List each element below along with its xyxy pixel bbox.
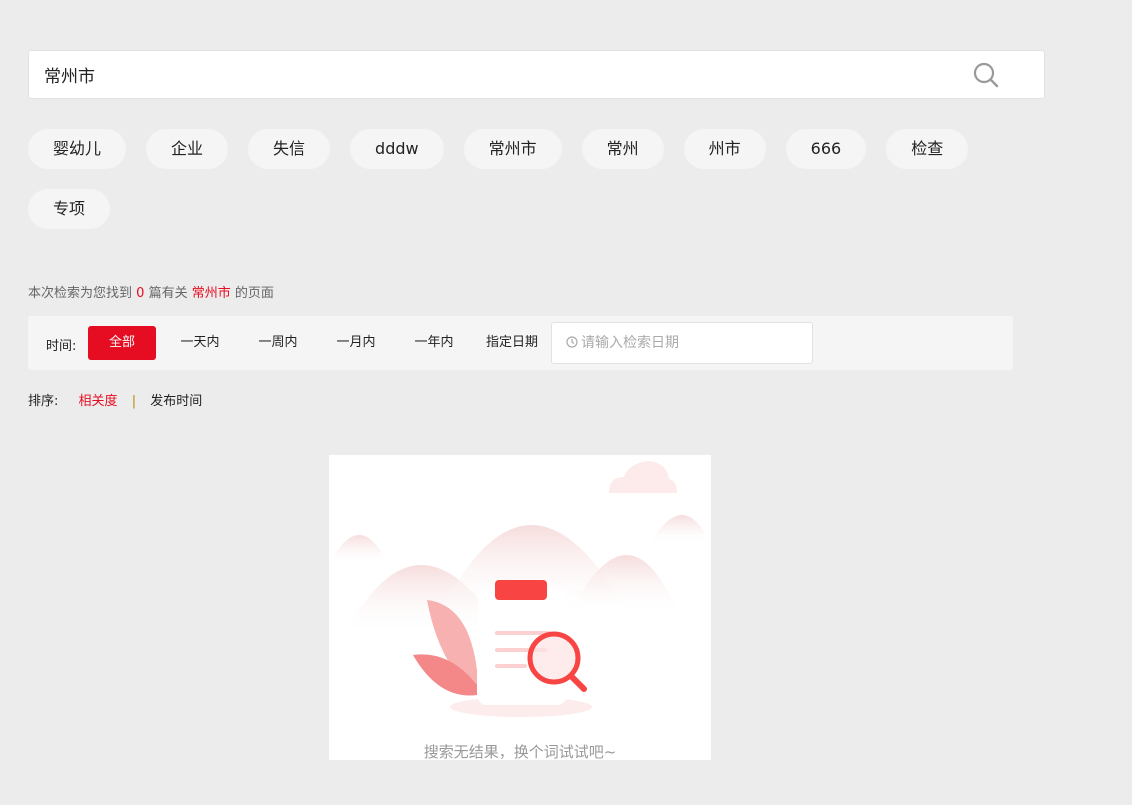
search-input[interactable] bbox=[44, 51, 944, 98]
sort-date[interactable]: 发布时间 bbox=[150, 390, 202, 409]
time-label: 时间: bbox=[46, 339, 77, 354]
history-tags: 婴幼儿 企业 失信 dddw 常州市 常州 州市 666 检查 专项 bbox=[28, 129, 988, 229]
tag[interactable]: 专项 bbox=[28, 189, 111, 229]
summary-keyword: 常州市 bbox=[191, 286, 231, 301]
tag[interactable]: 失信 bbox=[248, 129, 331, 169]
time-filter-bar: 时间: 全部 一天内 一周内 一月内 一年内 指定日期 请输入检索日期 bbox=[28, 316, 1013, 370]
filter-week[interactable]: 一周内 bbox=[246, 326, 310, 360]
summary-middle: 篇有关 bbox=[148, 286, 188, 301]
tag[interactable]: dddw bbox=[350, 129, 444, 169]
date-placeholder: 请输入检索日期 bbox=[581, 335, 679, 351]
summary-prefix: 本次检索为您找到 bbox=[28, 286, 133, 301]
sort-divider: | bbox=[131, 394, 137, 409]
date-input[interactable]: 请输入检索日期 bbox=[551, 322, 813, 364]
tag[interactable]: 常州 bbox=[581, 129, 664, 169]
filter-month[interactable]: 一月内 bbox=[324, 326, 388, 360]
filter-all[interactable]: 全部 bbox=[88, 326, 156, 360]
sort-label: 排序: bbox=[28, 394, 59, 409]
tag[interactable]: 666 bbox=[785, 129, 867, 169]
filter-year[interactable]: 一年内 bbox=[402, 326, 466, 360]
result-count: 0 bbox=[136, 286, 145, 301]
tag[interactable]: 婴幼儿 bbox=[28, 129, 127, 169]
empty-message: 搜索无结果，换个词试试吧~ bbox=[423, 743, 617, 761]
tag[interactable]: 企业 bbox=[146, 129, 229, 169]
search-box bbox=[28, 50, 1045, 99]
result-summary: 本次检索为您找到 0 篇有关 常州市 的页面 bbox=[28, 282, 274, 301]
tag[interactable]: 常州市 bbox=[463, 129, 562, 169]
clock-icon bbox=[566, 336, 578, 348]
tag[interactable]: 州市 bbox=[683, 129, 766, 169]
search-icon[interactable] bbox=[973, 62, 999, 88]
sort-relevance[interactable]: 相关度 bbox=[79, 390, 118, 409]
tag[interactable]: 检查 bbox=[886, 129, 969, 169]
filter-custom-date[interactable]: 指定日期 bbox=[478, 326, 546, 360]
empty-state: 搜索无结果，换个词试试吧~ bbox=[329, 455, 711, 761]
summary-suffix: 的页面 bbox=[234, 286, 274, 301]
no-results-illustration bbox=[329, 461, 711, 717]
sort-bar: 排序: 相关度 | 发布时间 bbox=[28, 390, 202, 409]
filter-day[interactable]: 一天内 bbox=[168, 326, 232, 360]
